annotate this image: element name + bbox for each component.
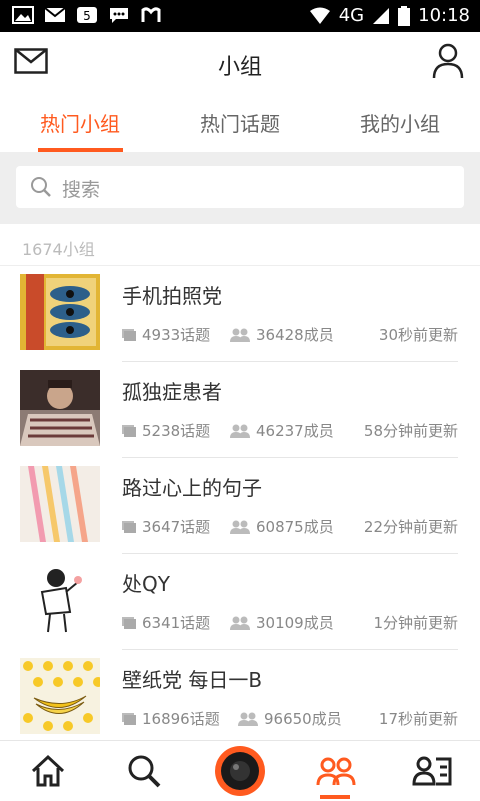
group-name: 孤独症患者 [122, 380, 222, 404]
profile-icon[interactable] [432, 43, 464, 79]
topic-count: 16896话题 [142, 710, 220, 728]
svg-text:5: 5 [83, 9, 91, 23]
group-name: 壁纸党 每日一B [122, 668, 263, 692]
list-item[interactable]: 处QY 6341话题 30109成员 1分钟前更新 [0, 554, 480, 650]
group-thumbnail [20, 274, 100, 350]
member-count: 36428成员 [256, 326, 334, 344]
members-icon [230, 424, 250, 438]
list-item[interactable]: 手机拍照党 4933话题 36428成员 30秒前更新 [0, 266, 480, 362]
home-icon[interactable] [28, 751, 68, 791]
mail-notification-icon [44, 7, 66, 22]
search-input[interactable]: 搜索 [16, 166, 464, 208]
topic-icon [122, 712, 136, 725]
members-icon [238, 712, 258, 726]
topic-count: 4933话题 [142, 326, 211, 344]
group-name: 手机拍照党 [122, 284, 222, 308]
search-nav-icon[interactable] [124, 751, 164, 791]
topic-icon [122, 328, 136, 341]
member-count: 30109成员 [256, 614, 334, 632]
gallery-icon [12, 6, 34, 24]
clock: 10:18 [418, 5, 470, 26]
tab-my-groups[interactable]: 我的小组 [340, 108, 460, 137]
members-icon [230, 520, 250, 534]
tab-hot-topics[interactable]: 热门话题 [180, 108, 300, 137]
chat-notification-icon [110, 8, 128, 23]
group-thumbnail [20, 562, 100, 638]
groups-icon[interactable] [316, 751, 356, 791]
bottom-navigation [0, 740, 480, 801]
search-placeholder: 搜索 [62, 179, 101, 201]
group-thumbnail [20, 658, 100, 734]
topic-count: 3647话题 [142, 518, 211, 536]
topic-icon [122, 520, 136, 533]
group-name: 处QY [122, 572, 170, 596]
battery-icon [398, 5, 411, 26]
topic-icon [122, 424, 136, 437]
group-name: 路过心上的句子 [122, 476, 262, 500]
list-item[interactable]: 孤独症患者 5238话题 46237成员 58分钟前更新 [0, 362, 480, 458]
topic-count: 5238话题 [142, 422, 211, 440]
group-meta: 4933话题 36428成员 30秒前更新 [122, 324, 458, 344]
topic-count: 6341话题 [142, 614, 211, 632]
group-meta: 3647话题 60875成员 22分钟前更新 [122, 516, 458, 536]
search-area: 搜索 [0, 152, 480, 224]
page-title: 小组 [217, 55, 262, 80]
wifi-icon [309, 7, 330, 24]
m-app-icon [141, 7, 161, 22]
contacts-icon[interactable] [412, 751, 452, 791]
signal-icon [373, 7, 390, 24]
group-meta: 6341话题 30109成员 1分钟前更新 [122, 612, 458, 632]
topic-icon [122, 616, 136, 629]
search-icon [31, 177, 51, 197]
update-time: 30秒前更新 [378, 326, 458, 344]
status-bar: 5 4G 10:18 [0, 0, 480, 32]
group-thumbnail [20, 466, 100, 542]
group-meta: 5238话题 46237成员 58分钟前更新 [122, 420, 458, 440]
active-nav-indicator [320, 795, 350, 799]
list-item[interactable]: 壁纸党 每日一B 16896话题 96650成员 17秒前更新 [0, 650, 480, 746]
tab-hot-groups[interactable]: 热门小组 [20, 108, 140, 137]
update-time: 1分钟前更新 [373, 614, 458, 632]
group-count: 1674小组 [22, 240, 95, 259]
update-time: 22分钟前更新 [363, 518, 458, 536]
update-time: 17秒前更新 [378, 710, 458, 728]
group-thumbnail [20, 370, 100, 446]
member-count: 96650成员 [264, 710, 342, 728]
group-meta: 16896话题 96650成员 17秒前更新 [122, 708, 458, 728]
tab-bar: 热门小组 热门话题 我的小组 [0, 92, 480, 152]
list-item[interactable]: 路过心上的句子 3647话题 60875成员 22分钟前更新 [0, 458, 480, 554]
member-count: 60875成员 [256, 518, 334, 536]
network-type: 4G [338, 5, 365, 26]
camera-button-icon[interactable] [214, 745, 266, 797]
update-time: 58分钟前更新 [363, 422, 458, 440]
member-count: 46237成员 [256, 422, 334, 440]
members-icon [230, 328, 250, 342]
members-icon [230, 616, 250, 630]
app-notification-icon: 5 [77, 7, 97, 23]
top-app-bar: 小组 [0, 32, 480, 93]
